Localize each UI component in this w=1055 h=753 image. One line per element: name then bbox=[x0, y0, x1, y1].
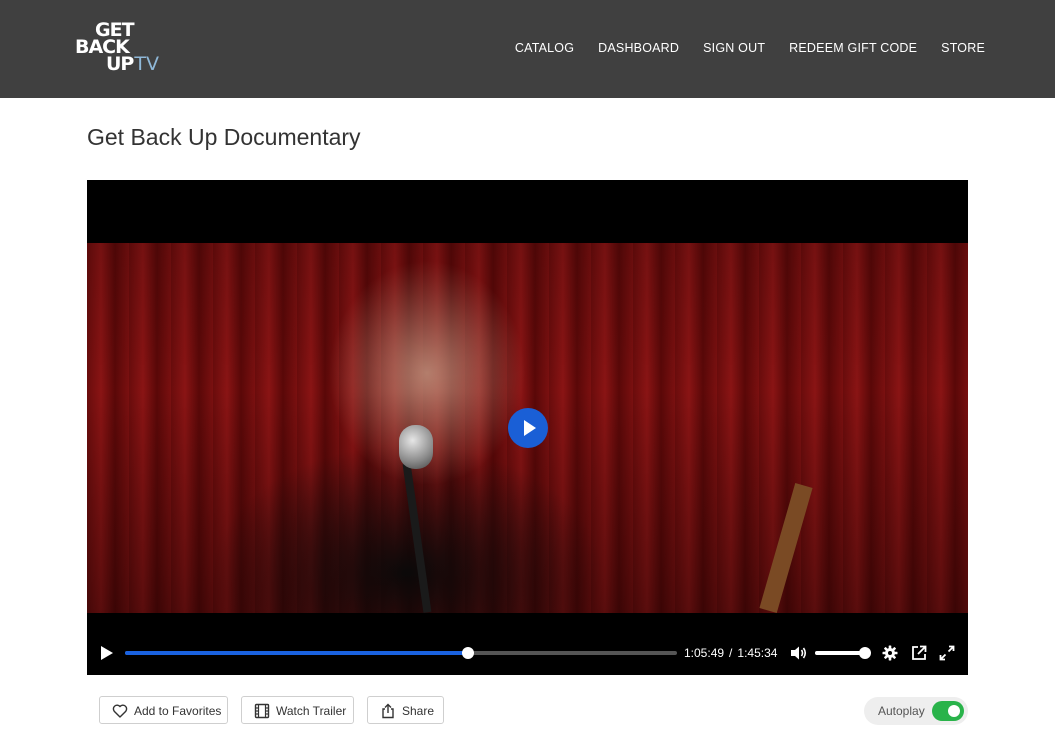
time-separator: / bbox=[729, 646, 733, 660]
volume-icon[interactable] bbox=[790, 645, 808, 661]
time-display: 1:05:49 / 1:45:34 bbox=[684, 646, 777, 660]
logo-text-up-line: UPTV bbox=[106, 53, 159, 75]
get-back-up-tv-logo[interactable]: GET BACK UPTV bbox=[75, 20, 170, 76]
settings-icon[interactable] bbox=[882, 645, 898, 661]
logo-text-tv: TV bbox=[134, 53, 159, 75]
share-label: Share bbox=[402, 704, 435, 718]
watch-trailer-button[interactable]: Watch Trailer bbox=[241, 696, 354, 724]
volume-slider[interactable] bbox=[815, 647, 871, 659]
site-header: GET BACK UPTV CATALOG DASHBOARD SIGN OUT… bbox=[0, 0, 1055, 98]
player-controls: 1:05:49 / 1:45:34 bbox=[87, 635, 968, 675]
big-play-button[interactable] bbox=[508, 408, 548, 448]
volume-handle[interactable] bbox=[859, 647, 871, 659]
volume-fill bbox=[815, 651, 865, 655]
nav-catalog[interactable]: CATALOG bbox=[515, 41, 574, 55]
add-to-favorites-label: Add to Favorites bbox=[134, 704, 222, 718]
popout-icon[interactable] bbox=[911, 645, 927, 661]
play-icon bbox=[524, 420, 536, 436]
autoplay-toggle-knob bbox=[948, 705, 960, 717]
page-title: Get Back Up Documentary bbox=[87, 124, 361, 150]
progress-fill bbox=[125, 651, 469, 655]
video-player[interactable]: 1:05:49 / 1:45:34 bbox=[87, 180, 968, 675]
film-icon bbox=[254, 703, 270, 719]
nav-dashboard[interactable]: DASHBOARD bbox=[598, 41, 679, 55]
current-time: 1:05:49 bbox=[684, 646, 725, 660]
watch-trailer-label: Watch Trailer bbox=[276, 704, 347, 718]
nav-redeem-gift-code[interactable]: REDEEM GIFT CODE bbox=[789, 41, 917, 55]
autoplay-toggle[interactable] bbox=[932, 701, 964, 721]
microphone-graphic bbox=[399, 425, 433, 469]
autoplay-control: Autoplay bbox=[864, 697, 968, 725]
duration: 1:45:34 bbox=[737, 646, 778, 660]
share-button[interactable]: Share bbox=[367, 696, 444, 724]
heart-icon bbox=[112, 704, 128, 718]
main-nav: CATALOG DASHBOARD SIGN OUT REDEEM GIFT C… bbox=[491, 41, 985, 55]
autoplay-label: Autoplay bbox=[878, 704, 925, 718]
fullscreen-icon[interactable] bbox=[939, 645, 955, 661]
nav-store[interactable]: STORE bbox=[941, 41, 985, 55]
progress-bar[interactable] bbox=[125, 647, 677, 659]
nav-sign-out[interactable]: SIGN OUT bbox=[703, 41, 765, 55]
share-icon bbox=[382, 703, 394, 719]
progress-handle[interactable] bbox=[462, 647, 475, 659]
add-to-favorites-button[interactable]: Add to Favorites bbox=[99, 696, 228, 724]
play-icon[interactable] bbox=[101, 646, 113, 660]
logo-text-up: UP bbox=[106, 53, 134, 75]
